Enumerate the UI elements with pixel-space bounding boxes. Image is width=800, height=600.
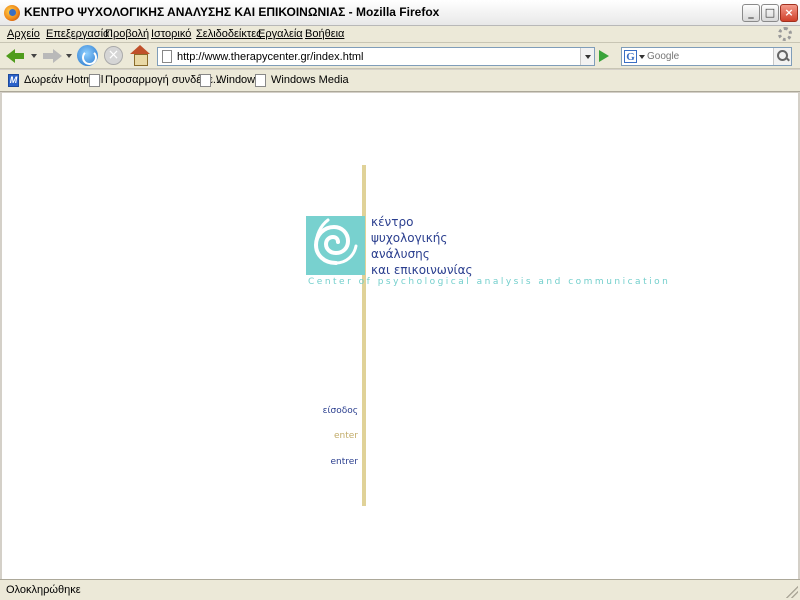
forward-arrow-icon[interactable] xyxy=(40,45,62,67)
status-bar: Ολοκληρώθηκε xyxy=(0,579,800,600)
menu-help[interactable]: Βοήθεια xyxy=(305,28,344,40)
enter-link-french[interactable]: entrer xyxy=(330,457,358,467)
address-bar[interactable]: http://www.therapycenter.gr/index.html xyxy=(157,47,595,66)
maximize-button[interactable]: □ xyxy=(761,4,779,22)
logo-line-1: κέντρο xyxy=(371,215,414,229)
google-icon[interactable]: G xyxy=(624,50,637,63)
page-icon xyxy=(200,74,211,87)
close-button[interactable]: × xyxy=(780,4,798,22)
logo-line-4: και επικοινωνίας xyxy=(371,263,473,277)
firefox-icon[interactable] xyxy=(4,5,20,21)
page-icon xyxy=(255,74,266,87)
enter-link-greek[interactable]: είσοδος xyxy=(323,406,358,416)
menu-view[interactable]: Προβολή xyxy=(105,28,149,40)
search-engine-dropdown-icon[interactable] xyxy=(639,55,645,59)
stop-icon[interactable] xyxy=(104,46,123,65)
menu-edit[interactable]: Επεξεργασία xyxy=(46,28,109,40)
enter-link-english[interactable]: enter xyxy=(334,431,358,441)
navigation-toolbar: http://www.therapycenter.gr/index.html G xyxy=(0,43,800,69)
search-box[interactable]: G xyxy=(621,47,792,66)
menu-bar: Αρχείο Επεξεργασία Προβολή Ιστορικό Σελι… xyxy=(0,26,800,43)
logo-line-2: ψυχολογικής xyxy=(371,231,448,245)
bookmarks-toolbar: M Δωρεάν Hotmail Προσαρμογή συνδέσε... W… xyxy=(0,70,800,92)
back-arrow-icon[interactable] xyxy=(6,45,28,67)
menu-bookmarks[interactable]: Σελιδοδείκτες xyxy=(196,28,261,40)
minimize-button[interactable]: _ xyxy=(742,4,760,22)
menu-file[interactable]: Αρχείο xyxy=(7,28,40,40)
go-arrow-icon[interactable] xyxy=(599,50,609,62)
bookmark-label: Windows Media xyxy=(271,74,349,86)
status-text: Ολοκληρώθηκε xyxy=(6,584,81,596)
bookmark-label: Windows xyxy=(216,74,261,86)
url-text[interactable]: http://www.therapycenter.gr/index.html xyxy=(177,51,363,63)
menu-history[interactable]: Ιστορικό xyxy=(151,28,191,40)
menu-tools[interactable]: Εργαλεία xyxy=(258,28,303,40)
close-icon: × xyxy=(784,6,794,19)
window-title: ΚΕΝΤΡΟ ΨΥΧΟΛΟΓΙΚΗΣ ΑΝΑΛΥΣΗΣ ΚΑΙ ΕΠΙΚΟΙΝΩ… xyxy=(24,5,440,19)
msn-icon: M xyxy=(8,74,19,87)
search-input[interactable] xyxy=(647,49,772,64)
url-dropdown-icon[interactable] xyxy=(580,48,594,65)
logo-line-3: ανάλυσης xyxy=(371,247,430,261)
page-icon xyxy=(89,74,100,87)
home-icon[interactable] xyxy=(130,45,150,66)
page-content: κέντρο ψυχολογικής ανάλυσης και επικοινω… xyxy=(2,93,798,579)
back-history-dropdown-icon[interactable] xyxy=(31,54,37,58)
minimize-icon: _ xyxy=(748,6,754,19)
resize-grip-icon[interactable] xyxy=(786,586,798,598)
forward-history-dropdown-icon[interactable] xyxy=(66,54,72,58)
maximize-icon: □ xyxy=(764,6,776,19)
tagline: Center of psychological analysis and com… xyxy=(308,277,671,287)
spiral-logo-icon xyxy=(306,216,365,275)
reload-icon[interactable] xyxy=(77,45,98,66)
magnifier-icon[interactable] xyxy=(773,48,791,65)
title-bar: ΚΕΝΤΡΟ ΨΥΧΟΛΟΓΙΚΗΣ ΑΝΑΛΥΣΗΣ ΚΑΙ ΕΠΙΚΟΙΝΩ… xyxy=(0,0,800,26)
page-icon xyxy=(162,50,172,63)
throbber-icon xyxy=(778,27,792,41)
